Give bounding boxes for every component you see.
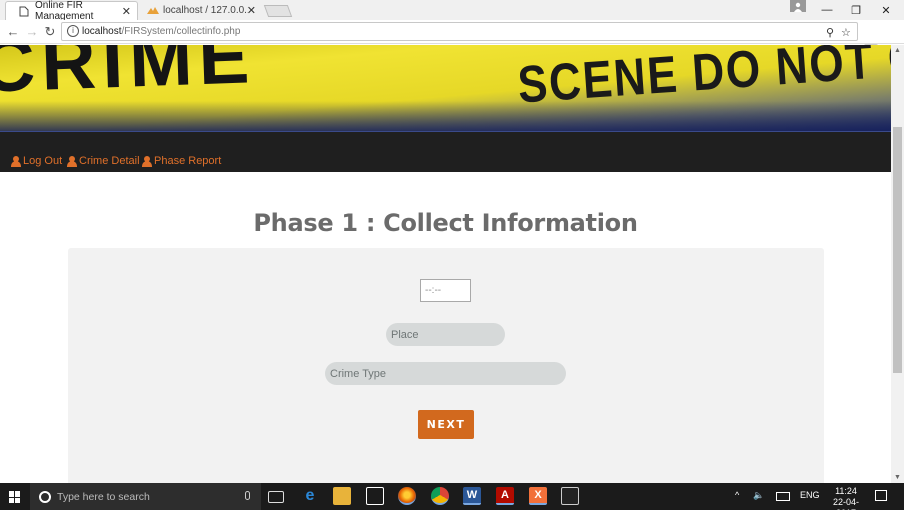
tab-title: localhost / 127.0.0.1 / fir [163, 5, 248, 16]
scrollbar-thumb[interactable] [893, 127, 902, 373]
file-explorer-icon[interactable] [333, 487, 351, 505]
crime-type-input[interactable] [325, 362, 566, 385]
keyboard-icon[interactable] [776, 492, 790, 501]
language-indicator[interactable]: ENG [800, 490, 820, 500]
address-toolbar: ← → ↻ i localhost/FIRSystem/collectinfo.… [0, 20, 904, 58]
new-tab-button[interactable] [263, 5, 293, 17]
scroll-down-icon[interactable]: ▼ [894, 474, 901, 481]
microphone-icon[interactable] [245, 491, 250, 500]
page-viewport: CRIME SCENE DO NOT CROSS Log Out Crime D… [0, 45, 891, 483]
bookmark-star-icon[interactable]: ☆ [841, 26, 851, 39]
url-text: localhost/FIRSystem/collectinfo.php [82, 26, 241, 37]
time-input[interactable]: --:-- [420, 279, 471, 302]
tab-online-fir-management[interactable]: Online FIR Management ✕ [5, 0, 138, 22]
clock-date: 22-04-2017 [832, 497, 859, 518]
taskbar-search-box[interactable]: Type here to search [30, 483, 261, 510]
back-arrow-icon[interactable]: ← [5, 24, 21, 40]
xampp-icon[interactable]: X [529, 487, 547, 505]
windows-start-icon[interactable] [9, 491, 21, 503]
close-tab-icon[interactable]: ✕ [247, 4, 256, 17]
profile-icon[interactable] [790, 0, 806, 12]
notifications-icon[interactable] [875, 490, 887, 501]
word-icon[interactable]: W [463, 487, 481, 505]
nav-label: Crime Detail [79, 155, 140, 167]
scroll-up-icon[interactable]: ▲ [894, 47, 901, 54]
user-icon [67, 155, 77, 167]
page-icon [19, 6, 29, 17]
nav-label: Phase Report [154, 155, 222, 167]
nav-phase-report-link[interactable]: Phase Report [142, 155, 221, 167]
taskbar-clock[interactable]: 11:24 22-04-2017 [826, 486, 866, 519]
windows-taskbar: Type here to search e W A X ^ 🔈 ENG 11:2… [0, 483, 904, 518]
user-icon [142, 155, 152, 167]
collect-info-form: --:-- NEXT [68, 248, 824, 483]
chrome-icon[interactable] [431, 487, 449, 505]
nav-logout-link[interactable]: Log Out [11, 155, 62, 167]
close-window-icon[interactable]: ✕ [871, 1, 901, 19]
close-tab-icon[interactable]: ✕ [122, 5, 131, 18]
command-prompt-icon[interactable] [561, 487, 579, 505]
reload-icon[interactable]: ↻ [42, 24, 58, 40]
nav-crime-detail-link[interactable]: Crime Detail [67, 155, 140, 167]
top-navbar: Log Out Crime Detail Phase Report [0, 131, 891, 172]
search-placeholder: Type here to search [57, 490, 150, 503]
restore-icon[interactable]: ❐ [841, 1, 871, 19]
cortana-icon [39, 490, 51, 503]
forward-arrow-icon[interactable]: → [24, 24, 40, 40]
edge-icon[interactable]: e [301, 487, 319, 505]
info-icon[interactable]: i [67, 25, 79, 37]
nav-label: Log Out [23, 155, 63, 167]
next-button[interactable]: NEXT [418, 410, 474, 439]
key-icon[interactable]: ⚲ [826, 26, 834, 39]
minimize-icon[interactable]: — [812, 1, 842, 19]
tray-chevron-icon[interactable]: ^ [735, 490, 739, 500]
clock-time: 11:24 [835, 486, 857, 496]
acrobat-icon[interactable]: A [496, 487, 514, 505]
page-scrollbar[interactable]: ▲ ▼ [891, 45, 904, 483]
crime-scene-banner: CRIME SCENE DO NOT CROSS [0, 45, 891, 131]
page-title: Phase 1 : Collect Information [253, 209, 638, 237]
store-icon[interactable] [366, 487, 384, 505]
tab-phpmyadmin[interactable]: localhost / 127.0.0.1 / fir ✕ [134, 1, 262, 20]
address-bar[interactable]: i localhost/FIRSystem/collectinfo.php ⚲ … [61, 22, 858, 41]
place-input[interactable] [386, 323, 505, 346]
speaker-icon[interactable]: 🔈 [753, 490, 764, 501]
firefox-icon[interactable] [398, 487, 416, 505]
browser-tab-bar: Online FIR Management ✕ localhost / 127.… [0, 0, 904, 22]
task-view-icon[interactable] [268, 491, 284, 503]
user-icon [11, 155, 21, 167]
phpmyadmin-icon [147, 5, 159, 16]
